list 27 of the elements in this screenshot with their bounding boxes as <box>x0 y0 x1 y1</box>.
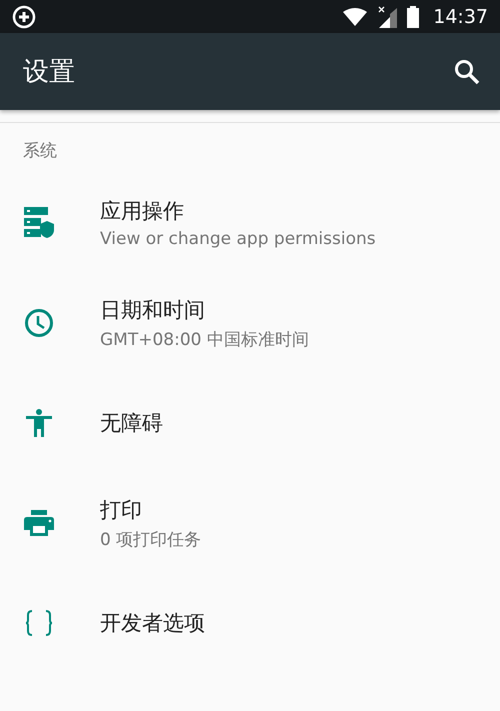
item-title: 打印 <box>100 496 143 524</box>
search-button[interactable] <box>454 58 480 84</box>
settings-item[interactable]: 无障碍 <box>0 373 500 473</box>
settings-item[interactable]: 打印 0 项打印任务 <box>0 473 500 573</box>
item-title: 应用操作 <box>100 198 185 225</box>
battery-icon <box>407 6 420 28</box>
add-circle-icon <box>12 4 36 28</box>
toolbar-title: 设置 <box>23 56 76 89</box>
item-subtitle: 0 项打印任务 <box>100 528 202 550</box>
printer-icon <box>24 510 54 536</box>
item-title: 日期和时间 <box>100 296 206 324</box>
signal-icon <box>377 6 398 28</box>
search-icon <box>454 58 480 84</box>
section-header: 系统 <box>22 140 58 163</box>
item-title: 无障碍 <box>100 410 163 437</box>
item-subtitle: GMT+08:00 中国标准时间 <box>100 328 309 350</box>
settings-item[interactable]: 日期和时间 GMT+08:00 中国标准时间 <box>0 273 500 373</box>
settings-item[interactable]: 应用操作 View or change app permissions <box>0 173 500 273</box>
server-shield-icon <box>24 207 54 239</box>
code-braces-icon <box>25 610 53 636</box>
clock-icon <box>24 308 54 338</box>
wifi-icon <box>343 8 368 26</box>
accessibility-icon <box>26 409 52 437</box>
item-subtitle: View or change app permissions <box>100 229 376 249</box>
item-title: 开发者选项 <box>100 610 205 637</box>
settings-item[interactable]: 开发者选项 <box>0 573 500 673</box>
status-time: 14:37 <box>433 6 488 28</box>
